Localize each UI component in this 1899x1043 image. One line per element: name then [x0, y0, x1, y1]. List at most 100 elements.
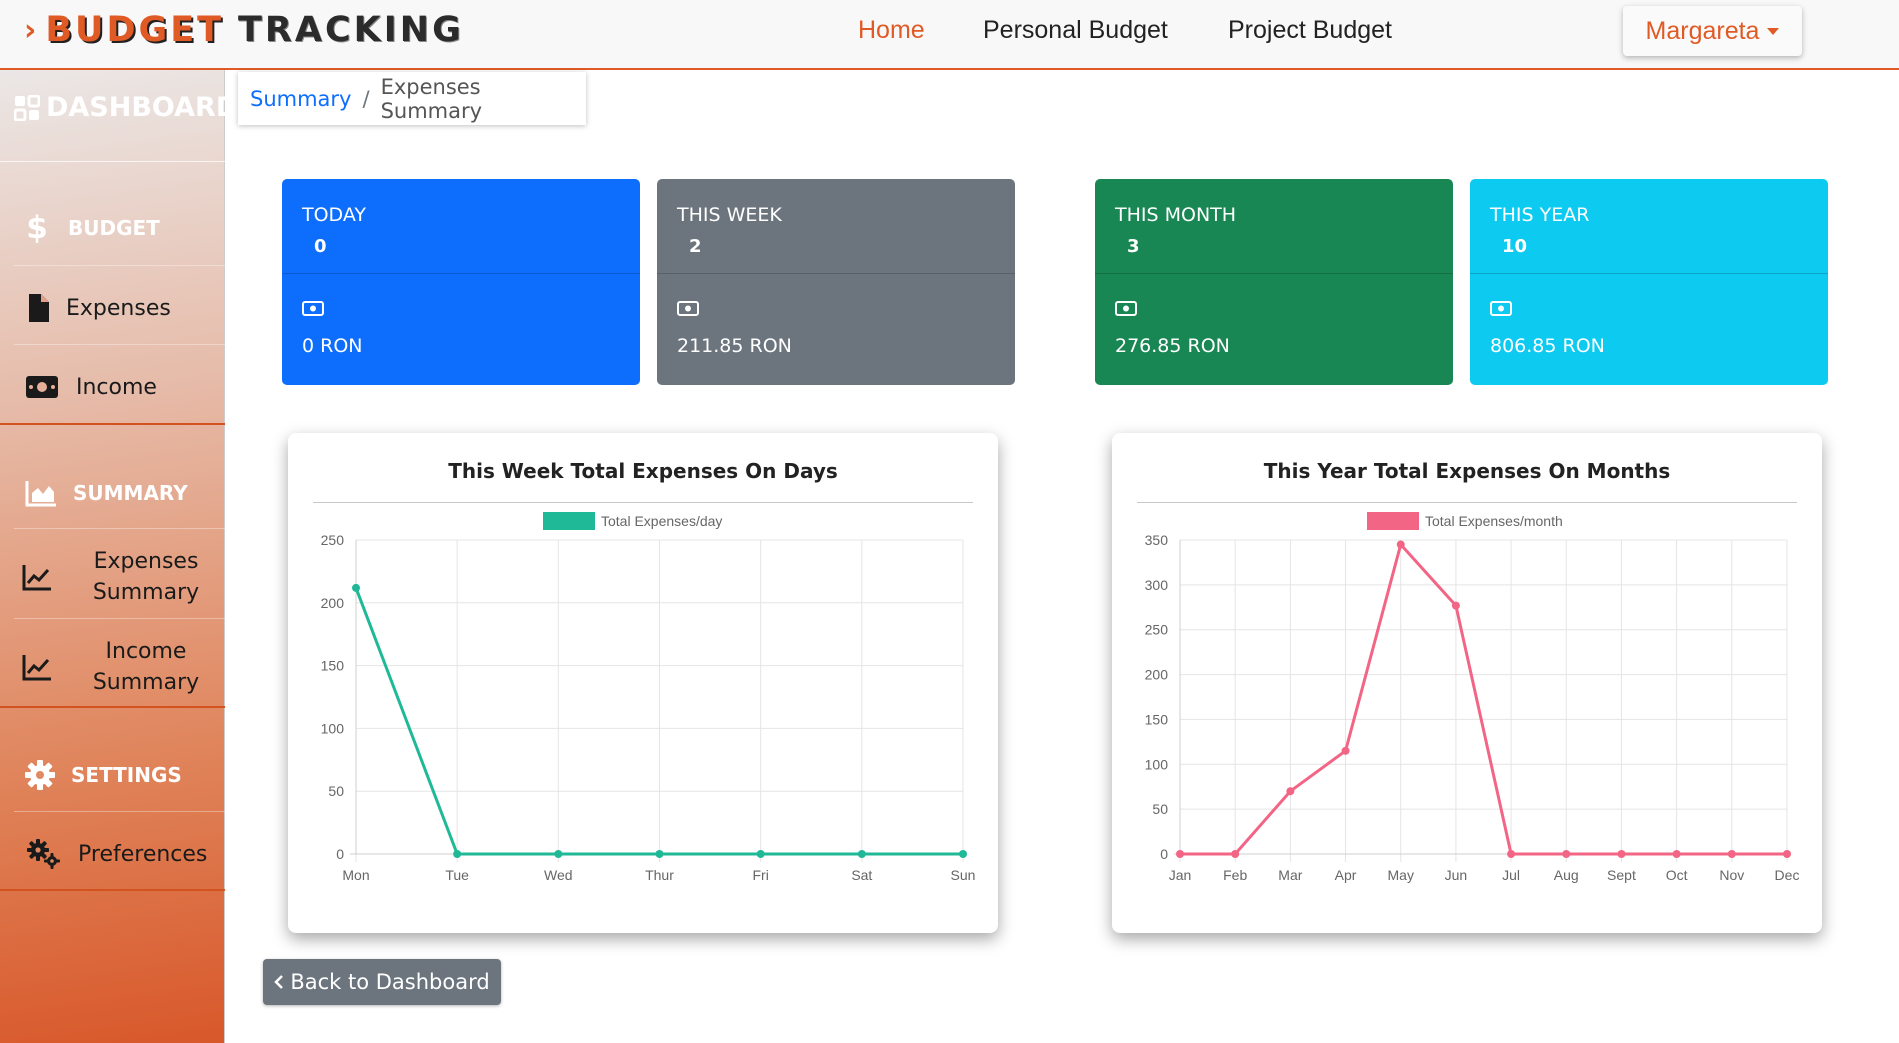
line-chart-icon: [22, 565, 51, 591]
sidebar-divider: [14, 344, 225, 345]
data-point[interactable]: [857, 850, 866, 858]
y-tick-label: 0: [1160, 846, 1168, 862]
yearly-expenses-chart-panel: This Year Total Expenses On Months 0 50 10…: [1112, 433, 1822, 933]
data-point[interactable]: [352, 583, 360, 592]
data-point[interactable]: [554, 850, 563, 858]
line-chart-icon: [22, 655, 51, 681]
sidebar-divider: [14, 811, 225, 812]
x-tick-label: Aug: [1554, 867, 1579, 883]
legend-swatch: [543, 512, 595, 530]
data-point[interactable]: [1231, 850, 1240, 858]
sidebar-section-budget[interactable]: $ BUDGET: [0, 203, 225, 253]
sidebar: DASHBOARD $ BUDGET Expenses Income SUMMA…: [0, 70, 238, 1043]
breadcrumb-summary-link[interactable]: Summary: [250, 87, 351, 111]
sidebar-divider: [0, 706, 225, 708]
sidebar-item-preferences[interactable]: Preferences: [0, 829, 225, 879]
x-tick-label: Feb: [1223, 867, 1247, 883]
x-tick-label: Mar: [1278, 867, 1302, 883]
sidebar-divider: [0, 889, 225, 891]
brand-word-budget: BUDGET: [45, 10, 225, 50]
legend-swatch: [1367, 512, 1419, 530]
y-tick-label: 200: [1145, 667, 1169, 683]
data-point[interactable]: [1451, 601, 1460, 610]
x-tick-label: Sun: [951, 867, 976, 883]
card-count: 0: [314, 236, 327, 257]
data-point[interactable]: [1176, 850, 1184, 858]
stat-card-this-week: THIS WEEK 2 211.85 RON: [657, 179, 1015, 385]
data-point[interactable]: [655, 850, 664, 858]
y-tick-label: 300: [1145, 577, 1169, 593]
sidebar-preferences-label: Preferences: [78, 841, 208, 867]
brand-word-tracking: TRACKING: [238, 10, 464, 50]
dollar-icon: $: [26, 210, 48, 246]
sidebar-dashboard[interactable]: DASHBOARD: [14, 92, 238, 123]
sidebar-expenses-label: Expenses: [66, 295, 171, 321]
x-tick-label: Oct: [1666, 867, 1688, 883]
user-menu-button[interactable]: Margareta: [1623, 6, 1802, 56]
chevron-left-icon: [274, 975, 284, 989]
x-tick-label: Nov: [1719, 867, 1744, 883]
x-tick-label: Dec: [1775, 867, 1800, 883]
gears-icon: [27, 839, 60, 869]
sidebar-item-expenses-summary[interactable]: Expenses Summary: [0, 540, 225, 614]
stat-card-today: TODAY 0 0 RON: [282, 179, 640, 385]
data-point[interactable]: [1507, 850, 1516, 858]
data-point[interactable]: [453, 850, 462, 858]
sidebar-section-settings[interactable]: SETTINGS: [0, 750, 225, 800]
data-point[interactable]: [1617, 850, 1626, 858]
sidebar-income-summary-label: Income Summary: [76, 636, 216, 698]
data-point[interactable]: [1783, 850, 1791, 858]
file-icon: [29, 294, 49, 322]
legend-label: Total Expenses/month: [1425, 513, 1563, 529]
y-tick-label: 200: [321, 595, 345, 611]
card-header: THIS MONTH 3: [1095, 179, 1453, 274]
sidebar-item-expenses[interactable]: Expenses: [0, 283, 225, 333]
data-point[interactable]: [1562, 850, 1571, 858]
breadcrumb-separator: /: [362, 86, 370, 111]
sidebar-income-label: Income: [76, 374, 157, 400]
card-header: TODAY 0: [282, 179, 640, 274]
data-point[interactable]: [959, 850, 967, 858]
data-point[interactable]: [1341, 746, 1350, 755]
nav-personal-budget[interactable]: Personal Budget: [983, 16, 1168, 45]
data-point[interactable]: [1727, 850, 1736, 858]
x-tick-label: Sat: [851, 867, 872, 883]
x-tick-label: Jul: [1502, 867, 1520, 883]
card-amount: 0 RON: [302, 335, 363, 357]
data-point[interactable]: [1286, 787, 1295, 796]
nav-home[interactable]: Home: [858, 16, 925, 45]
sidebar-item-income-summary[interactable]: Income Summary: [0, 630, 225, 704]
data-point[interactable]: [1672, 850, 1681, 858]
y-tick-label: 50: [328, 783, 344, 799]
card-amount: 276.85 RON: [1115, 335, 1230, 357]
label-line-2: Summary: [92, 670, 200, 695]
sidebar-budget-label: BUDGET: [68, 216, 160, 240]
x-tick-label: Thur: [645, 867, 674, 883]
label-line-2: Summary: [92, 580, 200, 605]
sidebar-item-income[interactable]: Income: [0, 362, 225, 412]
stat-card-this-month: THIS MONTH 3 276.85 RON: [1095, 179, 1453, 385]
stat-card-this-year: THIS YEAR 10 806.85 RON: [1470, 179, 1828, 385]
brand-chevron: ›: [24, 12, 40, 48]
sidebar-section-summary[interactable]: SUMMARY: [0, 468, 225, 518]
x-tick-label: Jan: [1169, 867, 1192, 883]
x-tick-label: Apr: [1335, 867, 1357, 883]
weekly-expenses-chart-panel: This Week Total Expenses On Days 0 50 100 1…: [288, 433, 998, 933]
card-count: 3: [1127, 236, 1140, 257]
sidebar-expenses-summary-label: Expenses Summary: [76, 546, 216, 608]
y-tick-label: 250: [321, 532, 345, 548]
y-tick-label: 50: [1152, 801, 1168, 817]
card-amount: 806.85 RON: [1490, 335, 1605, 357]
data-point[interactable]: [756, 850, 765, 858]
nav-project-budget[interactable]: Project Budget: [1228, 16, 1392, 45]
x-tick-label: Tue: [445, 867, 469, 883]
x-tick-label: Mon: [342, 867, 369, 883]
breadcrumb: Summary / Expenses Summary: [238, 72, 586, 125]
brand-logo[interactable]: › BUDGET TRACKING: [24, 8, 464, 52]
back-to-dashboard-button[interactable]: Back to Dashboard: [263, 959, 501, 1005]
area-chart-icon: [25, 481, 56, 507]
y-tick-label: 350: [1145, 532, 1169, 548]
data-point[interactable]: [1396, 540, 1405, 549]
card-count: 10: [1502, 236, 1528, 257]
money-bill-icon: [302, 301, 324, 316]
